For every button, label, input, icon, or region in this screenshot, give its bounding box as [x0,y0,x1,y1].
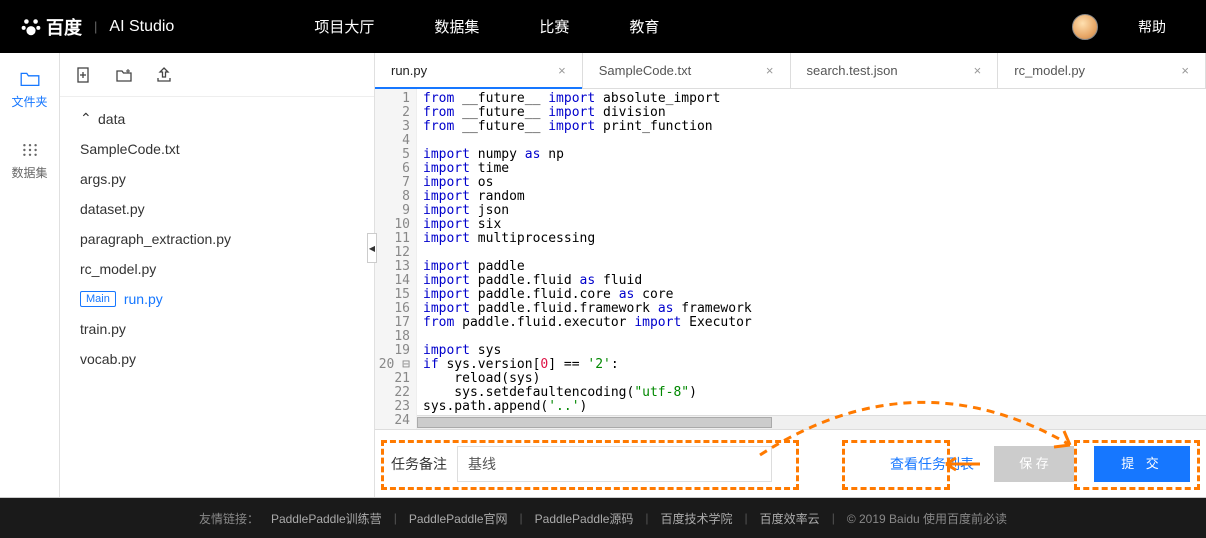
rail-datasets[interactable]: 数据集 [0,124,59,195]
file-tree: ⌃ data SampleCode.txt args.py dataset.py para… [60,97,374,497]
logo-text: 百度 [46,14,82,40]
folder-data[interactable]: ⌃ data [60,103,374,134]
task-note-input[interactable] [457,446,772,482]
logo[interactable]: 百度 | AI Studio [0,14,194,40]
file-item[interactable]: Main run.py [60,284,374,314]
save-button[interactable]: 保 存 [994,446,1074,482]
footer-link[interactable]: PaddlePaddle官网 [409,510,508,527]
footer-link[interactable]: 百度效率云 [760,510,820,527]
file-item[interactable]: SampleCode.txt [60,134,374,164]
editor-tab[interactable]: SampleCode.txt × [583,53,791,88]
horizontal-scrollbar[interactable] [417,415,1206,429]
logo-separator: | [94,19,97,34]
folder-label: data [98,111,125,127]
nav-datasets[interactable]: 数据集 [434,16,479,37]
footer-copyright: © 2019 Baidu 使用百度前必读 [847,510,1007,527]
view-task-list-link[interactable]: 查看任务列表 [890,454,974,474]
editor-tabs: run.py×SampleCode.txt×search.test.json×r… [375,53,1206,89]
nav-projects[interactable]: 项目大厅 [314,16,374,37]
folder-icon [20,71,40,87]
file-name: paragraph_extraction.py [80,231,231,247]
scrollbar-thumb[interactable] [417,417,772,428]
upload-icon[interactable] [156,67,172,83]
close-icon[interactable]: × [1181,63,1189,78]
file-name: SampleCode.txt [80,141,180,157]
file-item[interactable]: train.py [60,314,374,344]
new-folder-icon[interactable] [116,67,132,83]
file-item[interactable]: args.py [60,164,374,194]
footer-link[interactable]: PaddlePaddle源码 [535,510,634,527]
file-name: args.py [80,171,126,187]
file-item[interactable]: rc_model.py [60,254,374,284]
top-nav: 项目大厅 数据集 比赛 教育 [314,16,659,37]
close-icon[interactable]: × [766,63,774,78]
caret-icon: ⌃ [80,110,90,127]
line-gutter: 1234567891011121314151617181920 ⊟2122232… [375,89,417,429]
new-file-icon[interactable] [76,67,92,83]
footer-prefix: 友情链接： [199,510,259,527]
file-panel: ⌃ data SampleCode.txt args.py dataset.py para… [60,53,375,497]
tab-label: rc_model.py [1014,63,1085,78]
file-name: run.py [124,291,163,307]
top-header: 百度 | AI Studio 项目大厅 数据集 比赛 教育 帮助 [0,0,1206,53]
file-name: vocab.py [80,351,136,367]
nav-education[interactable]: 教育 [629,16,659,37]
rail-files-label: 文件夹 [11,93,47,110]
main-area: 文件夹 数据集 ⌃ data SampleCode.txt args.py datase… [0,53,1206,498]
footer-link[interactable]: 百度技术学院 [661,510,733,527]
header-right: 帮助 [1072,14,1206,40]
task-note-label: 任务备注 [391,454,447,474]
file-toolbar [60,53,374,97]
close-icon[interactable]: × [974,63,982,78]
editor-body[interactable]: 1234567891011121314151617181920 ⊟2122232… [375,89,1206,429]
file-name: rc_model.py [80,261,156,277]
left-rail: 文件夹 数据集 [0,53,60,497]
file-item[interactable]: dataset.py [60,194,374,224]
tab-label: SampleCode.txt [599,63,692,78]
editor-panel: ◀ run.py×SampleCode.txt×search.test.json… [375,53,1206,497]
footer: 友情链接：PaddlePaddle训练营|PaddlePaddle官网|Padd… [0,498,1206,538]
rail-files[interactable]: 文件夹 [0,53,59,124]
logo-studio: AI Studio [109,18,174,36]
file-item[interactable]: paragraph_extraction.py [60,224,374,254]
dataset-icon [20,142,40,158]
file-name: dataset.py [80,201,145,217]
submit-button[interactable]: 提 交 [1094,446,1190,482]
footer-link[interactable]: PaddlePaddle训练营 [271,510,382,527]
collapse-sidebar-handle[interactable]: ◀ [367,233,377,263]
rail-datasets-label: 数据集 [11,164,47,181]
help-link[interactable]: 帮助 [1138,17,1166,37]
task-bar: 任务备注 查看任务列表 保 存 提 交 [375,429,1206,497]
file-name: train.py [80,321,126,337]
editor-tab[interactable]: rc_model.py × [998,53,1206,88]
tab-label: search.test.json [807,63,898,78]
code-content[interactable]: from __future__ import absolute_importfr… [417,89,1206,429]
logo-baidu: 百度 [20,14,82,40]
paw-icon [20,16,42,38]
nav-competition[interactable]: 比赛 [539,16,569,37]
editor-tab[interactable]: run.py × [375,53,583,88]
editor-tab[interactable]: search.test.json × [791,53,999,88]
avatar[interactable] [1072,14,1098,40]
close-icon[interactable]: × [558,63,566,78]
file-item[interactable]: vocab.py [60,344,374,374]
main-badge: Main [80,291,116,307]
tab-label: run.py [391,63,427,78]
